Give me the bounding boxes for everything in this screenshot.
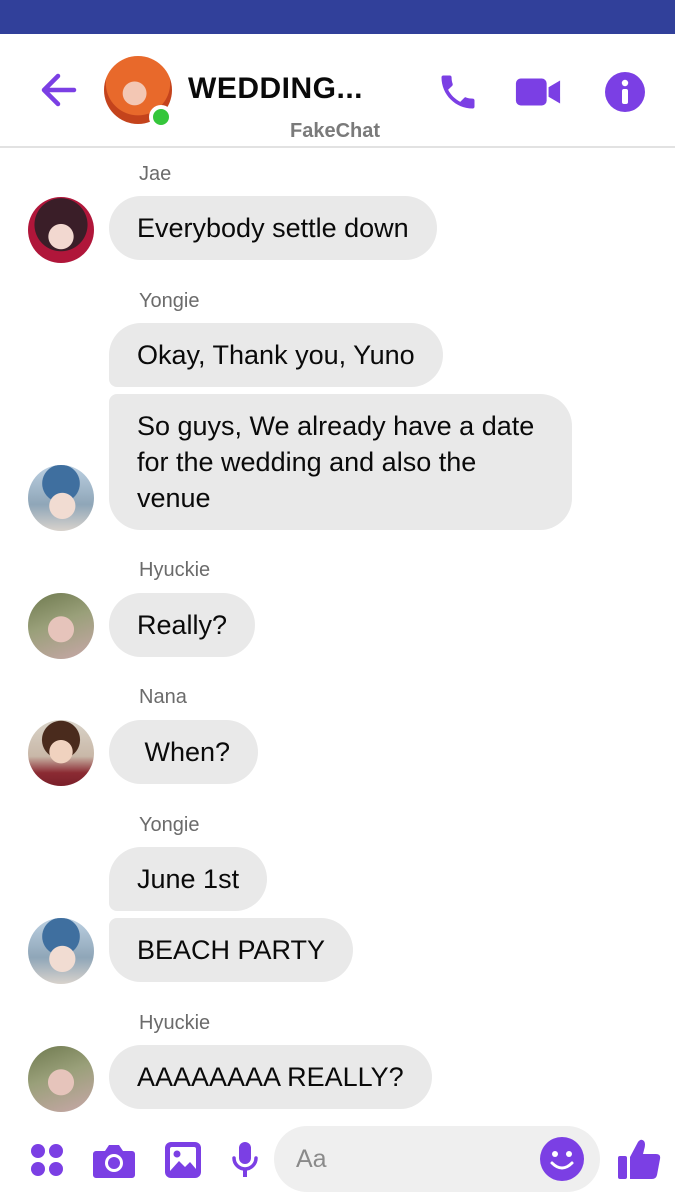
message-input-container: [274, 1126, 600, 1192]
chat-header: WEDDING... FakeChat: [0, 34, 675, 148]
phone-icon: [441, 75, 475, 109]
message-sender: Yongie: [139, 814, 200, 836]
message-input[interactable]: [296, 1126, 536, 1192]
microphone-button[interactable]: [223, 1138, 267, 1182]
message-bubble[interactable]: BEACH PARTY: [109, 918, 354, 982]
message-composer: [0, 1120, 675, 1200]
status-bar: [0, 0, 675, 34]
message-sender: Hyuckie: [139, 1012, 211, 1034]
avatar-yongie[interactable]: [28, 465, 94, 531]
message-sender: Jae: [139, 163, 172, 185]
four-dots-icon: [31, 1144, 63, 1176]
message-sender: Nana: [139, 686, 187, 708]
message-sender: Yongie: [139, 290, 200, 312]
message-sender: Hyuckie: [139, 559, 211, 581]
like-button[interactable]: [614, 1134, 664, 1184]
online-status-indicator: [149, 105, 173, 129]
emoji-button[interactable]: [539, 1136, 585, 1182]
avatar-yongie[interactable]: [28, 918, 94, 984]
smiley-icon: [540, 1137, 584, 1181]
message-bubble[interactable]: When?: [109, 720, 259, 784]
camera-button[interactable]: [92, 1138, 136, 1182]
avatar-jae[interactable]: [28, 197, 94, 263]
message-bubble[interactable]: AAAAAAAA REALLY?: [109, 1045, 432, 1109]
image-icon: [165, 1142, 201, 1178]
message-bubble[interactable]: Really?: [109, 593, 256, 657]
avatar-nana[interactable]: [28, 720, 94, 786]
video-camera-icon: [515, 78, 561, 106]
thumbs-up-icon: [618, 1139, 661, 1179]
message-bubble[interactable]: So guys, We already have a date for the …: [109, 394, 572, 530]
microphone-icon: [232, 1142, 258, 1177]
avatar-hyuckie[interactable]: [28, 593, 94, 659]
arrow-left-icon: [41, 73, 77, 107]
info-icon: [605, 72, 645, 112]
chat-title[interactable]: WEDDING...: [188, 72, 363, 106]
chat-subtitle: FakeChat: [290, 120, 381, 142]
apps-button[interactable]: [25, 1138, 69, 1182]
gallery-button[interactable]: [161, 1138, 205, 1182]
call-button[interactable]: [434, 68, 482, 116]
message-bubble[interactable]: June 1st: [109, 847, 268, 911]
back-button[interactable]: [36, 68, 80, 112]
camera-icon: [93, 1145, 135, 1178]
avatar-hyuckie[interactable]: [28, 1046, 94, 1112]
info-button[interactable]: [601, 68, 649, 116]
message-bubble[interactable]: Everybody settle down: [109, 196, 437, 260]
message-bubble[interactable]: Okay, Thank you, Yuno: [109, 323, 443, 387]
video-call-button[interactable]: [514, 68, 562, 116]
